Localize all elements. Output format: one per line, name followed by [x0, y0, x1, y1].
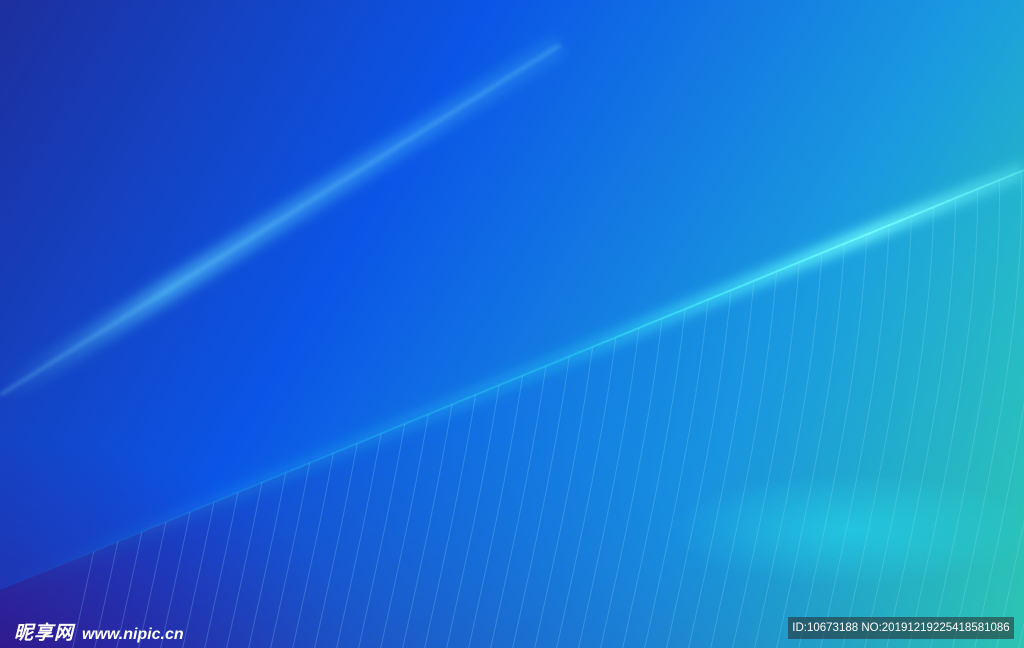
upper-light-beam-core — [0, 43, 561, 397]
site-watermark-logo: 昵享网 www.nipic.cn — [14, 618, 184, 645]
lower-panel — [0, 170, 1024, 648]
logo-text: 昵享网 — [14, 622, 75, 644]
image-id-badge: ID:10673188 NO:20191219225418581086 — [788, 617, 1014, 639]
site-url: www.nipic.cn — [82, 626, 184, 643]
abstract-light-art — [0, 35, 1024, 648]
